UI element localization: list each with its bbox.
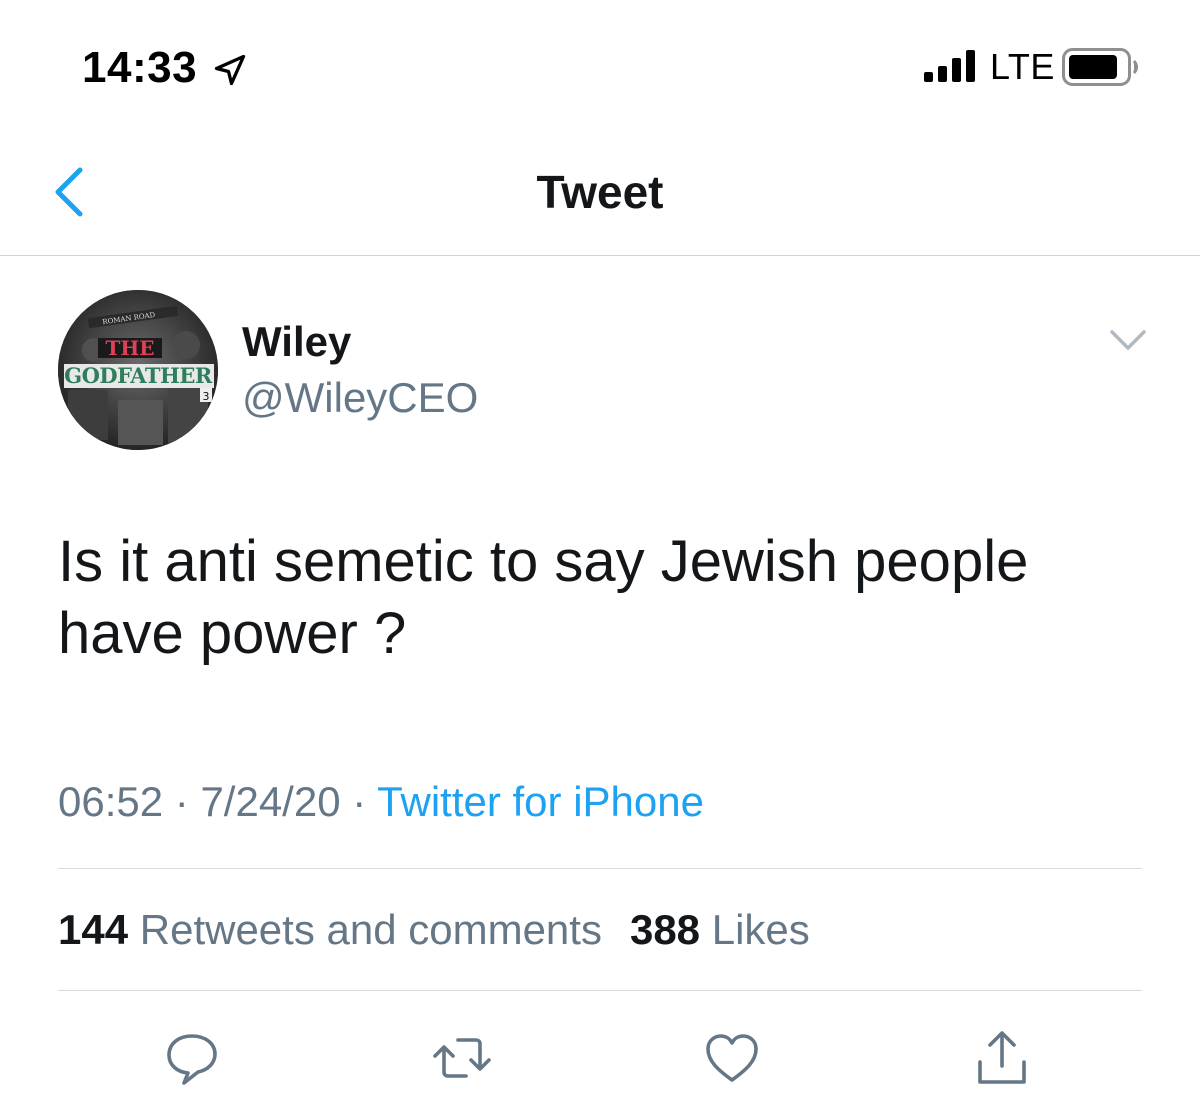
likes-label: Likes [711,906,810,953]
meta-separator: · [163,778,201,825]
likes-stat[interactable]: 388 Likes [630,906,810,953]
avatar-title-line1: THE [105,336,154,360]
battery-icon [1062,48,1138,86]
divider [58,990,1142,991]
tweet-text-line: have power ? [58,601,407,666]
like-heart-icon[interactable] [702,1028,762,1088]
chevron-left-icon[interactable] [48,164,88,220]
status-time: 14:33 [82,43,198,92]
tweet-text-line: Is it anti semetic to say Jewish people [58,529,1029,594]
avatar-number: 3 [203,390,210,403]
tweet-text: Is it anti semetic to say Jewish people … [58,526,1158,670]
signal-icon [924,50,975,82]
tweet-date: 7/24/20 [200,778,341,825]
avatar-title-line2: GODFATHER [64,363,213,388]
tweet-source-link[interactable]: Twitter for iPhone [377,778,704,825]
likes-count: 388 [629,906,701,953]
retweets-count: 144 [58,906,129,953]
tweet-time: 06:52 [58,778,164,825]
page-title: Tweet [536,166,664,218]
meta-separator: · [340,778,378,825]
author-display-name[interactable]: Wiley [242,316,351,368]
retweets-label: Retweets and comments [139,906,602,953]
nav-divider [0,255,1200,256]
author-handle[interactable]: @WileyCEO [242,372,478,424]
retweet-icon[interactable] [432,1028,492,1088]
retweets-stat[interactable]: 144 Retweets and comments [58,906,602,953]
tweet-meta: 06:52 · 7/24/20 · Twitter for iPhone [58,776,704,828]
network-type: LTE [990,46,1055,87]
share-icon[interactable] [972,1028,1032,1088]
location-arrow-icon [214,54,246,86]
divider [58,868,1142,869]
reply-icon[interactable] [162,1028,222,1088]
chevron-down-icon[interactable] [1108,326,1148,356]
tweet-stats: 144 Retweets and comments 388 Likes [58,904,810,956]
avatar-image: ROMAN ROAD THE GODFATHER 3 [58,290,218,450]
avatar[interactable]: ROMAN ROAD THE GODFATHER 3 [58,290,218,450]
